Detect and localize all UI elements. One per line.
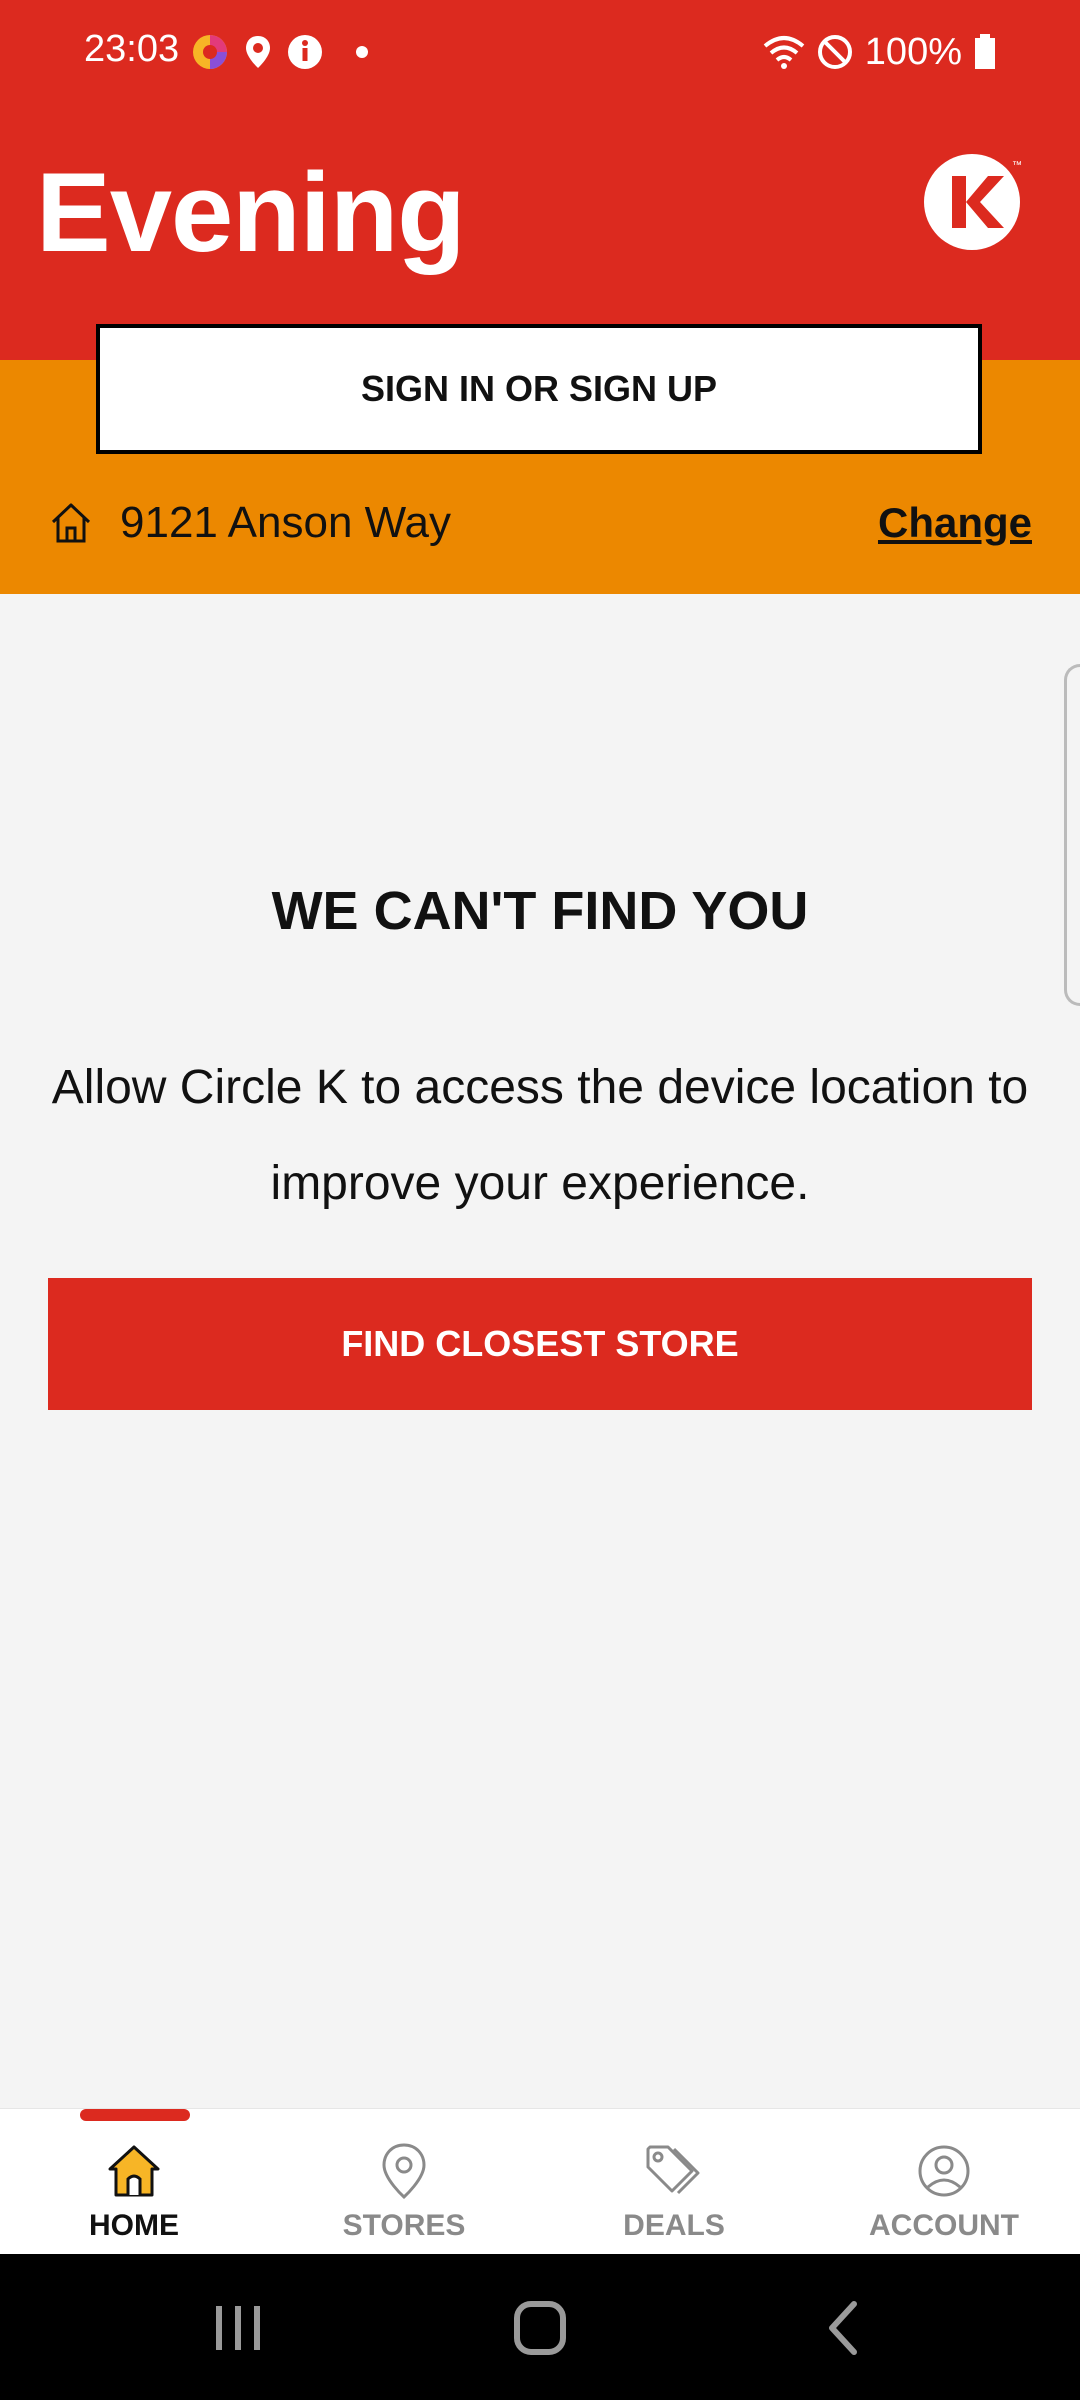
- nav-label-stores: STORES: [342, 2209, 466, 2242]
- nav-item-deals[interactable]: DEALS: [574, 2139, 774, 2251]
- location-permission-message: Allow Circle K to access the device loca…: [51, 1061, 1029, 1210]
- recents-icon[interactable]: [198, 2296, 278, 2360]
- circle-k-logo[interactable]: ™: [922, 150, 1026, 254]
- battery-icon: [975, 34, 995, 69]
- nav-item-stores[interactable]: STORES: [304, 2139, 504, 2251]
- info-icon: [288, 35, 322, 69]
- dot-icon: [356, 46, 368, 58]
- home-icon: [108, 2145, 160, 2197]
- sign-in-button[interactable]: SIGN IN OR SIGN UP: [96, 324, 982, 454]
- nav-label-home: HOME: [89, 2209, 179, 2242]
- wifi-icon: [763, 36, 805, 69]
- edge-panel-handle[interactable]: [1064, 664, 1080, 1006]
- header-bar: 23:03 100% Evening ™: [0, 0, 1080, 360]
- address-row: 9121 Anson Way Change: [48, 486, 1032, 560]
- find-closest-store-button[interactable]: FIND CLOSEST STORE: [48, 1278, 1032, 1410]
- home-outline-icon: [51, 503, 91, 543]
- location-pin-icon: [382, 2143, 426, 2200]
- status-time: 23:03: [84, 28, 180, 70]
- status-right-icons: 100%: [763, 28, 996, 76]
- nav-item-account[interactable]: ACCOUNT: [844, 2139, 1044, 2251]
- active-tab-indicator: [80, 2109, 190, 2121]
- bottom-navigation: HOME STORES DEALS ACCOUNT: [0, 2108, 1080, 2255]
- nav-label-deals: DEALS: [623, 2209, 725, 2242]
- user-circle-icon: [918, 2145, 970, 2197]
- greeting-title: Evening: [36, 150, 466, 275]
- do-not-disturb-icon: [817, 35, 852, 69]
- location-icon: [246, 36, 270, 68]
- change-address-link[interactable]: Change: [878, 499, 1032, 547]
- address-text: 9121 Anson Way: [120, 498, 452, 547]
- tag-icon: [646, 2145, 700, 2195]
- svg-text:™: ™: [1012, 160, 1022, 171]
- status-bar: 23:03 100%: [0, 0, 1080, 104]
- home-button-icon[interactable]: [500, 2296, 580, 2360]
- status-left-icons: [190, 28, 368, 76]
- back-icon[interactable]: [804, 2296, 884, 2360]
- location-error-title: WE CAN'T FIND YOU: [271, 881, 809, 941]
- nav-label-account: ACCOUNT: [869, 2209, 1019, 2242]
- nav-item-home[interactable]: HOME: [34, 2139, 234, 2251]
- app-notification-icon: [193, 35, 227, 69]
- battery-percentage: 100%: [864, 30, 962, 73]
- system-navigation-bar: [0, 2254, 1080, 2400]
